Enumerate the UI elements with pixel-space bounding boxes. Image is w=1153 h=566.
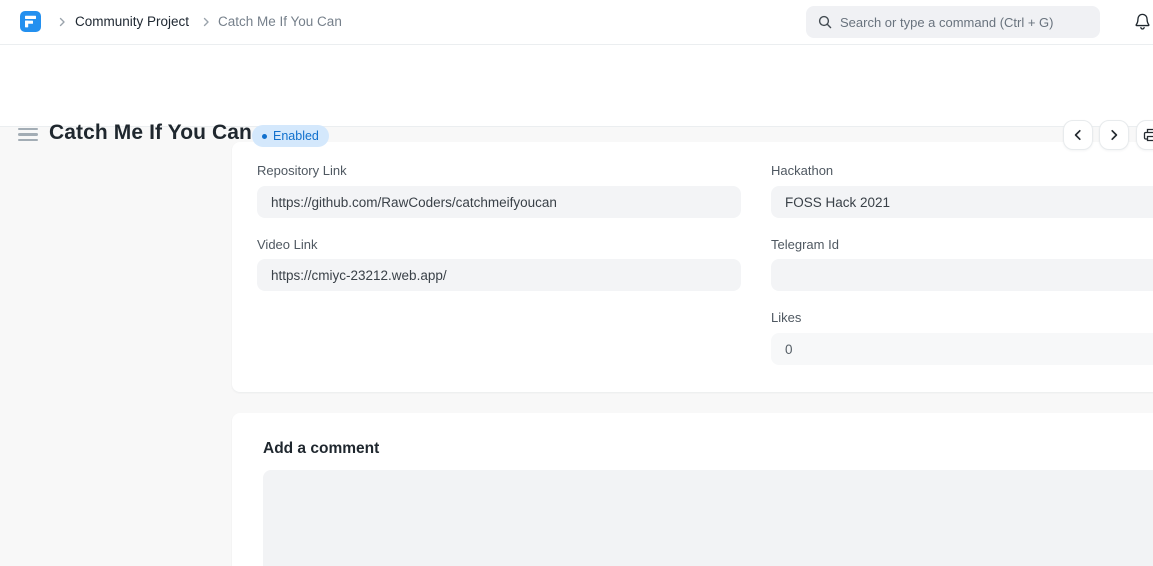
repository-link-input[interactable] bbox=[257, 186, 741, 218]
chevron-right-icon bbox=[200, 16, 212, 28]
status-badge-label: Enabled bbox=[273, 129, 319, 143]
sidebar-toggle-icon[interactable] bbox=[18, 128, 38, 141]
likes-input[interactable] bbox=[771, 333, 1153, 365]
search-input[interactable] bbox=[840, 15, 1088, 30]
repository-link-label: Repository Link bbox=[257, 163, 347, 178]
telegram-id-label: Telegram Id bbox=[771, 237, 839, 252]
add-comment-heading: Add a comment bbox=[263, 440, 379, 458]
breadcrumb-parent[interactable]: Community Project bbox=[75, 14, 189, 29]
video-link-label: Video Link bbox=[257, 237, 317, 252]
chevron-left-icon bbox=[1071, 128, 1085, 142]
status-dot-icon bbox=[262, 134, 267, 139]
frappe-logo[interactable] bbox=[20, 11, 41, 32]
chevron-right-icon bbox=[1107, 128, 1121, 142]
comments-card: Add a comment bbox=[232, 413, 1153, 566]
page-title: Catch Me If You Can bbox=[49, 121, 252, 145]
hackathon-label: Hackathon bbox=[771, 163, 833, 178]
telegram-id-input[interactable] bbox=[771, 259, 1153, 291]
chevron-right-icon bbox=[56, 16, 68, 28]
printer-icon bbox=[1143, 127, 1153, 143]
bell-icon bbox=[1133, 12, 1152, 31]
video-link-input[interactable] bbox=[257, 259, 741, 291]
global-search[interactable] bbox=[806, 6, 1100, 38]
hackathon-input[interactable] bbox=[771, 186, 1153, 218]
breadcrumb-current[interactable]: Catch Me If You Can bbox=[218, 14, 342, 29]
previous-document-button[interactable] bbox=[1063, 120, 1093, 150]
comment-input[interactable] bbox=[263, 470, 1153, 566]
top-navbar: Community Project Catch Me If You Can bbox=[0, 0, 1153, 45]
page-header: Catch Me If You Can Enabled bbox=[0, 45, 1153, 127]
print-button[interactable] bbox=[1136, 120, 1153, 150]
likes-label: Likes bbox=[771, 310, 801, 325]
status-badge: Enabled bbox=[252, 125, 329, 147]
frappe-logo-icon bbox=[20, 11, 41, 32]
project-details-card: Repository Link Video Link Hackathon Tel… bbox=[232, 142, 1153, 392]
notifications-button[interactable] bbox=[1133, 12, 1153, 32]
next-document-button[interactable] bbox=[1099, 120, 1129, 150]
search-icon bbox=[818, 15, 832, 29]
